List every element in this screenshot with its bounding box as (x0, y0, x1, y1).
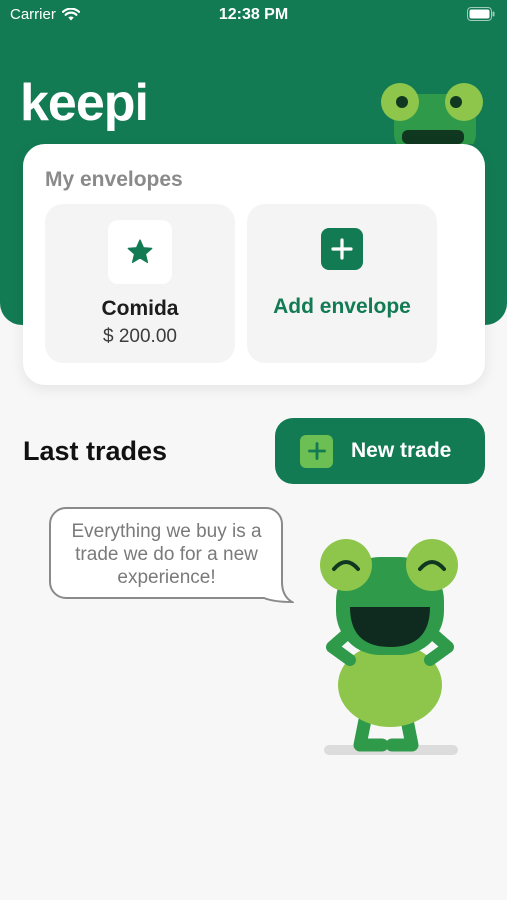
envelopes-card: My envelopes Comida $ 200.00 Add envelop… (23, 144, 485, 385)
clock: 12:38 PM (218, 6, 289, 23)
new-trade-plus-box (300, 434, 333, 468)
new-trade-button[interactable]: New trade (275, 418, 485, 484)
empty-trades-message: Everything we buy is a trade we do for a… (71, 521, 262, 588)
plus-icon (307, 442, 326, 460)
envelope-name: Comida (101, 297, 179, 320)
frog-mascot-icon (320, 539, 458, 755)
keepi-logo: keepi (20, 74, 149, 132)
envelope-card-comida[interactable]: Comida $ 200.00 (45, 204, 235, 363)
envelope-amount: $ 200.00 (103, 326, 177, 347)
status-bar: Carrier 12:38 PM (0, 0, 507, 30)
last-trades-title: Last trades (23, 436, 168, 466)
new-trade-label: New trade (351, 439, 452, 462)
envelope-icon-box (108, 220, 172, 284)
add-envelope-label: Add envelope (273, 295, 411, 318)
envelopes-title: My envelopes (45, 168, 183, 191)
star-icon (127, 239, 153, 263)
plus-icon (331, 238, 353, 260)
peeking-frog-icon (381, 83, 483, 144)
add-envelope-button[interactable]: Add envelope (247, 204, 437, 363)
battery-icon (467, 7, 495, 21)
add-envelope-icon-box (321, 228, 363, 270)
